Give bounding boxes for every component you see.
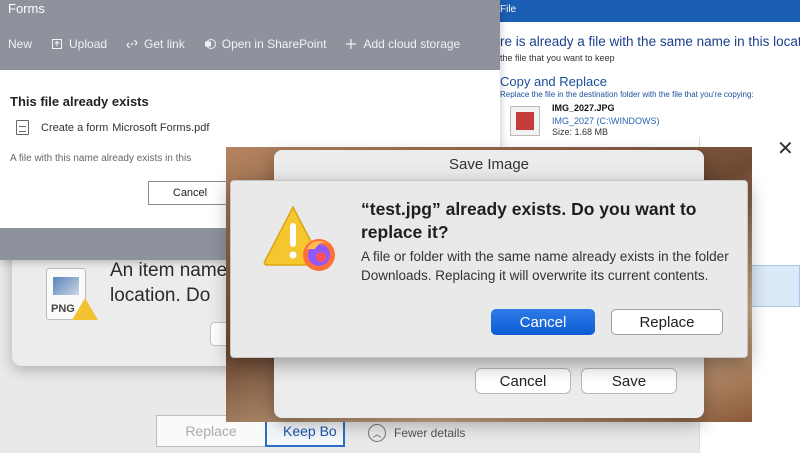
plus-icon — [346, 39, 357, 49]
toolbar-upload-label: Upload — [69, 37, 108, 51]
alert-replace-button[interactable]: Replace — [611, 309, 723, 335]
alert-cancel-button[interactable]: Cancel — [491, 309, 595, 335]
windows-file-size: Size: 1.68 MB — [552, 127, 609, 137]
forms-header: Forms New Upload Get link Open in ShareP… — [0, 0, 500, 70]
forms-file-name: Microsoft Forms.pdf — [112, 121, 210, 134]
toolbar-get-link-label: Get link — [144, 37, 185, 51]
upload-icon — [52, 39, 63, 49]
toolbar-get-link-button[interactable]: Get link — [126, 37, 185, 51]
windows-replace-dialog: File re is already a file with the same … — [480, 0, 800, 150]
toolbar-add-cloud-storage-label: Add cloud storage — [363, 37, 461, 51]
highlighted-option[interactable] — [750, 265, 800, 307]
windows-file-name: IMG_2027.JPG — [552, 103, 615, 113]
link-icon — [126, 40, 138, 48]
forms-toolbar: New Upload Get link Open in SharePoint A… — [8, 35, 460, 53]
toolbar-sharepoint-button[interactable]: Open in SharePoint — [204, 37, 327, 51]
toolbar-add-cloud-storage-button[interactable]: Add cloud storage — [345, 37, 460, 51]
forms-file-path: Create a form — [41, 121, 109, 134]
close-icon[interactable]: ✕ — [777, 139, 794, 159]
warning-badge-icon — [72, 298, 98, 320]
toolbar-upload-button[interactable]: Upload — [51, 37, 107, 51]
toolbar-new-button[interactable]: New — [8, 37, 32, 51]
warning-firefox-icon — [263, 205, 335, 271]
toolbar-sharepoint-label: Open in SharePoint — [221, 37, 327, 51]
alert-heading: “test.jpg” already exists. Do you want t… — [361, 199, 697, 242]
copy-and-replace-description: Replace the file in the destination fold… — [500, 90, 754, 99]
windows-title: File — [500, 4, 517, 15]
windows-titlebar: File — [480, 0, 800, 22]
forms-file-row: Create a form Microsoft Forms.pdf — [16, 120, 209, 135]
replace-alert-sheet: “test.jpg” already exists. Do you want t… — [230, 180, 748, 358]
save-image-save-button[interactable]: Save — [581, 368, 677, 394]
forms-dialog-heading: This file already exists — [10, 94, 149, 109]
windows-file-path: IMG_2027 (C:\WINDOWS) — [552, 116, 660, 126]
sharepoint-icon — [204, 39, 216, 49]
save-image-cancel-button[interactable]: Cancel — [475, 368, 571, 394]
image-file-thumbnail-icon — [510, 106, 540, 136]
chevron-up-icon: ︿ — [368, 424, 386, 442]
forms-window-title: Forms — [8, 1, 45, 16]
windows-heading: re is already a file with the same name … — [500, 34, 800, 49]
toolbar-new-label: New — [8, 37, 33, 51]
pdf-file-icon — [16, 120, 29, 135]
fewer-details-label: Fewer details — [394, 426, 466, 440]
copy-and-replace-option[interactable]: Copy and Replace — [500, 74, 607, 89]
forms-cancel-button[interactable]: Cancel — [148, 181, 232, 205]
fewer-details-toggle[interactable]: ︿ Fewer details — [368, 424, 465, 442]
windows-subheading: the file that you want to keep — [500, 53, 615, 63]
forms-dialog-message: A file with this name already exists in … — [10, 153, 192, 164]
save-image-title: Save Image — [448, 156, 530, 173]
alert-message: A file or folder with the same name alre… — [361, 249, 729, 283]
